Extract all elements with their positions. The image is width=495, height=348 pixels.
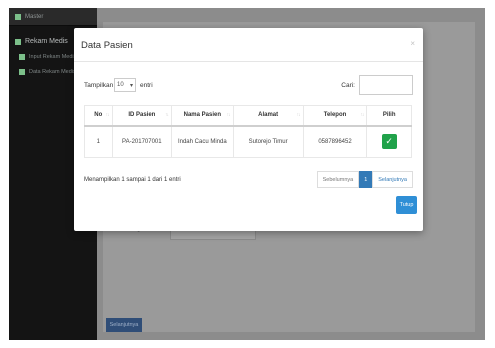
close-icon[interactable]: × — [410, 39, 415, 48]
cell-pilih: ✓ — [366, 125, 412, 158]
pagination: Sebelumnya 1 Selanjutnya — [316, 171, 413, 188]
list-icon — [19, 54, 25, 60]
column-header-nama-pasien[interactable]: Nama Pasien ↑↓ — [171, 105, 234, 127]
sidebar-item-label: Data Rekam Medis — [29, 69, 76, 75]
cell-no: 1 — [84, 125, 113, 158]
table-controls: Tampilkan 10 ▾ entri Cari: — [84, 75, 413, 98]
chevron-down-icon: ▾ — [129, 82, 133, 89]
search-input[interactable] — [359, 75, 413, 95]
patient-table: No ↑↓ ID Pasien ↑↓ Nama Pasien ↑↓ Alamat… — [84, 105, 412, 158]
sidebar-item-label: Input Rekam Medis — [29, 54, 77, 60]
list-icon — [15, 38, 21, 45]
sort-icon: ↑↓ — [226, 112, 231, 118]
pagination-page-1[interactable]: 1 — [359, 171, 373, 188]
sidebar-item-label: Rekam Medis — [25, 38, 68, 45]
entries-select-value: 10 — [117, 82, 124, 88]
search-label: Cari: — [341, 82, 355, 89]
pagination-next[interactable]: Selanjutnya — [372, 171, 413, 188]
cell-id-pasien: PA-201707001 — [111, 125, 173, 158]
sort-icon: ↑↓ — [105, 112, 110, 118]
length-suffix: entri — [140, 82, 153, 89]
table-info: Menampilkan 1 sampai 1 dari 1 entri — [84, 177, 181, 183]
list-icon — [19, 69, 25, 75]
content-header — [97, 8, 485, 14]
cell-alamat: Sutorejo Timur — [232, 125, 304, 158]
entries-select[interactable]: 10 ▾ — [114, 78, 136, 92]
column-header-pilih: Pilih — [366, 105, 412, 127]
length-label: Tampilkan — [84, 82, 114, 89]
table-header-row: No ↑↓ ID Pasien ↑↓ Nama Pasien ↑↓ Alamat… — [84, 105, 412, 127]
patient-modal: Data Pasien × Tampilkan 10 ▾ entri Cari:… — [74, 28, 423, 231]
pagination-previous[interactable]: Sebelumnya — [316, 171, 360, 188]
list-icon — [15, 13, 21, 20]
next-button[interactable]: Selanjutnya — [106, 318, 142, 332]
cell-telepon: 0587896452 — [302, 125, 368, 158]
column-header-alamat[interactable]: Alamat ↑↓ — [232, 105, 304, 127]
column-header-id-pasien[interactable]: ID Pasien ↑↓ — [111, 105, 173, 127]
sort-icon: ↑↓ — [360, 112, 364, 118]
table-row: 1 PA-201707001 Indah Cacu Minda Sutorejo… — [84, 125, 412, 158]
sidebar-item-master[interactable]: Master — [9, 8, 97, 26]
modal-header: Data Pasien × — [74, 28, 423, 62]
check-icon: ✓ — [385, 136, 393, 147]
sort-icon: ↑↓ — [296, 112, 301, 118]
modal-title: Data Pasien — [81, 40, 133, 51]
column-header-telepon[interactable]: Telepon ↑↓ — [302, 105, 368, 127]
sidebar-item-label: Master — [25, 13, 44, 20]
close-modal-button[interactable]: Tutup — [396, 196, 417, 214]
column-header-no[interactable]: No ↑↓ — [84, 105, 113, 127]
sort-icon: ↑↓ — [165, 112, 169, 118]
select-patient-button[interactable]: ✓ — [381, 134, 397, 150]
cell-nama-pasien: Indah Cacu Minda — [171, 125, 234, 158]
